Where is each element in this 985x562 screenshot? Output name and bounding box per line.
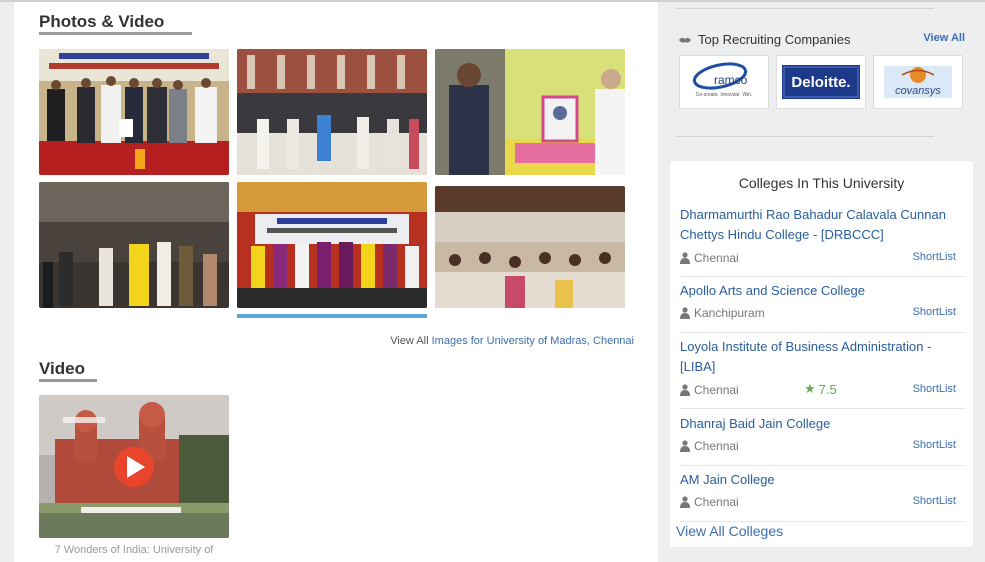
video-title: Video — [39, 359, 85, 378]
person-icon — [680, 307, 690, 319]
college-name-link[interactable]: Dharmamurthi Rao Bahadur Calavala Cunnan… — [680, 205, 966, 245]
recruiters-title: Top Recruiting Companies — [698, 32, 851, 47]
star-icon: ★ — [804, 381, 816, 396]
view-all-images-link[interactable]: Images for University of Madras, Chennai — [432, 335, 634, 347]
college-meta: Kanchipuram ShortList — [680, 304, 966, 324]
college-item-1: Dharmamurthi Rao Bahadur Calavala Cunnan… — [680, 205, 966, 277]
college-rating-value: 7.5 — [818, 381, 837, 397]
main-content: Photos & Video View All Images for Unive… — [14, 2, 658, 562]
svg-text:Co-create. Innovate. Win.: Co-create. Innovate. Win. — [696, 92, 753, 98]
photos-title-underline — [39, 32, 192, 35]
view-all-images-prefix: View All — [390, 335, 429, 347]
photo-thumbnail-6[interactable] — [435, 186, 625, 308]
college-location: Chennai — [680, 495, 739, 509]
college-meta: Chennai ★ 7.5 ShortList — [680, 381, 966, 401]
colleges-title: Colleges In This University — [738, 175, 905, 191]
college-name-link[interactable]: AM Jain College — [680, 470, 966, 490]
college-location: Chennai — [680, 383, 739, 397]
college-location: Chennai — [680, 439, 739, 453]
college-location-text: Kanchipuram — [694, 306, 765, 320]
deloitte-logo: Deloitte. — [782, 65, 860, 99]
svg-text:Deloitte.: Deloitte. — [791, 74, 850, 91]
shortlist-button[interactable]: ShortList — [913, 495, 956, 507]
photo-thumbnail-2[interactable] — [237, 49, 427, 175]
photo-thumbnail-partial[interactable] — [237, 314, 427, 318]
college-item-4: Dhanraj Baid Jain College Chennai ShortL… — [680, 414, 966, 466]
college-rating: ★ 7.5 — [804, 381, 837, 397]
recruiters-heading: Top Recruiting Companies — [678, 32, 850, 47]
college-location: Chennai — [680, 251, 739, 265]
svg-text:ramco: ramco — [714, 73, 748, 87]
college-location-text: Chennai — [694, 439, 739, 453]
college-meta: Chennai ShortList — [680, 493, 966, 513]
college-location-text: Chennai — [694, 251, 739, 265]
college-location: Kanchipuram — [680, 306, 765, 320]
recruit-top-divider — [676, 8, 934, 9]
shortlist-button[interactable]: ShortList — [913, 306, 956, 318]
view-all-images[interactable]: View All Images for University of Madras… — [390, 335, 634, 347]
college-item-2: Apollo Arts and Science College Kanchipu… — [680, 281, 966, 333]
photo-thumbnail-4[interactable] — [39, 182, 229, 308]
person-icon — [680, 252, 690, 264]
recruit-bottom-divider — [676, 136, 934, 137]
ramco-logo: ramco Co-create. Innovate. Win. — [692, 62, 753, 98]
college-name-link[interactable]: Dhanraj Baid Jain College — [680, 414, 966, 434]
recruiter-logo-covansys[interactable]: covansys — [873, 55, 963, 109]
video-title-underline — [39, 379, 97, 382]
college-item-5: AM Jain College Chennai ShortList — [680, 470, 966, 522]
colleges-panel: Colleges In This University Dharmamurthi… — [670, 161, 973, 547]
sidebar: Top Recruiting Companies View All ramco … — [658, 2, 985, 562]
svg-text:covansys: covansys — [895, 85, 941, 97]
view-all-colleges-link[interactable]: View All Colleges — [676, 523, 783, 539]
college-item-3: Loyola Institute of Business Administrat… — [680, 337, 966, 409]
college-meta: Chennai ShortList — [680, 249, 966, 269]
person-icon — [680, 384, 690, 396]
college-location-text: Chennai — [694, 383, 739, 397]
handshake-icon — [679, 37, 691, 43]
video-thumbnail[interactable] — [39, 395, 229, 538]
college-meta: Chennai ShortList — [680, 437, 966, 457]
recruiter-logo-ramco[interactable]: ramco Co-create. Innovate. Win. — [679, 55, 769, 109]
recruiter-logo-deloitte[interactable]: Deloitte. — [776, 55, 866, 109]
college-name-link[interactable]: Apollo Arts and Science College — [680, 281, 966, 301]
photo-thumbnail-1[interactable] — [39, 49, 229, 175]
shortlist-button[interactable]: ShortList — [913, 251, 956, 263]
photo-thumbnail-3[interactable] — [435, 49, 625, 175]
college-location-text: Chennai — [694, 495, 739, 509]
photo-thumbnail-5[interactable] — [237, 182, 427, 308]
shortlist-button[interactable]: ShortList — [913, 383, 956, 395]
shortlist-button[interactable]: ShortList — [913, 439, 956, 451]
person-icon — [680, 496, 690, 508]
covansys-logo: covansys — [884, 66, 952, 98]
college-name-link[interactable]: Loyola Institute of Business Administrat… — [680, 337, 966, 377]
recruiters-view-all[interactable]: View All — [923, 32, 965, 44]
video-caption[interactable]: 7 Wonders of India: University of — [39, 544, 229, 556]
photos-video-title: Photos & Video — [39, 12, 165, 31]
person-icon — [680, 440, 690, 452]
